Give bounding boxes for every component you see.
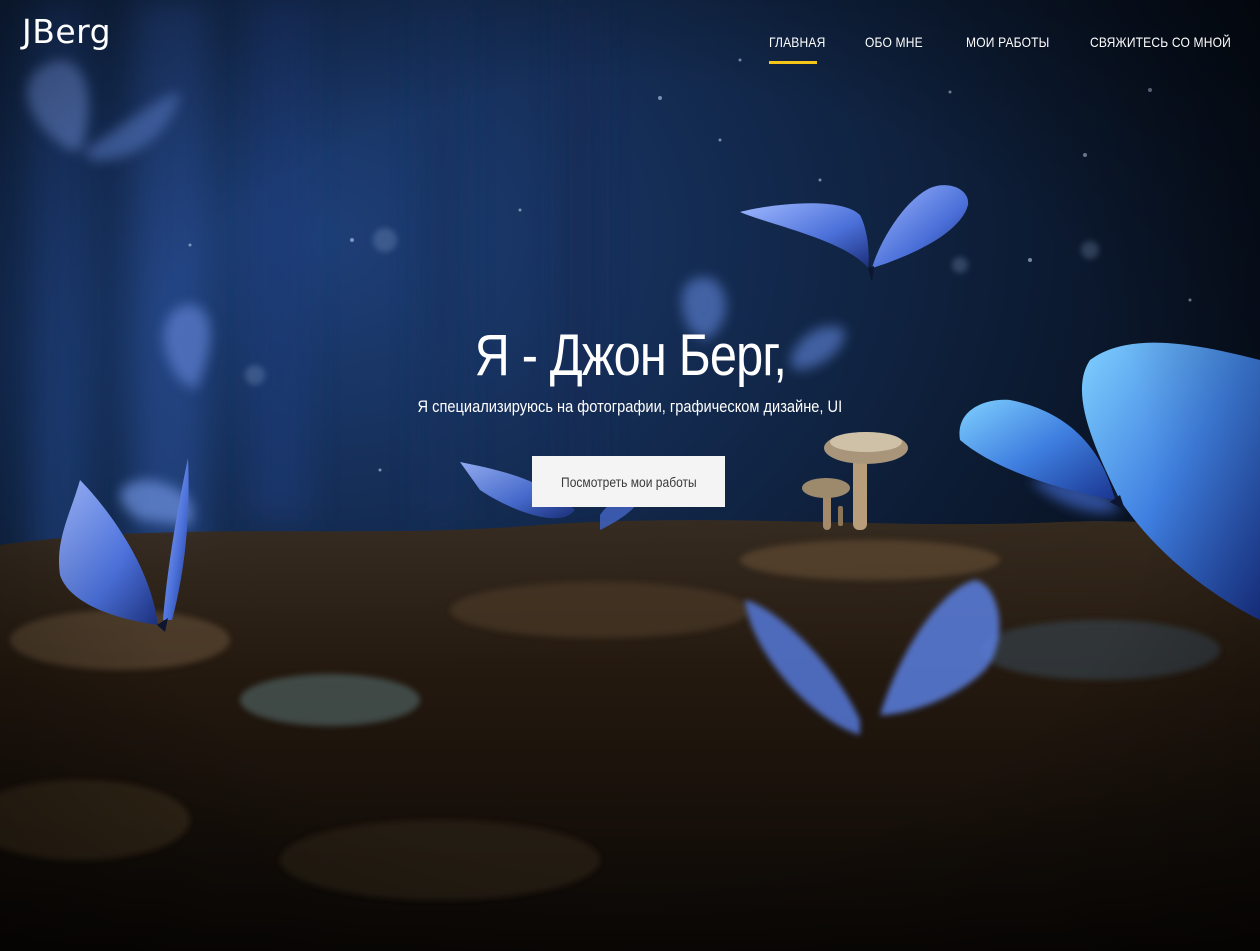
hero-subtitle-wrap: Я специализируюсь на фотографии, графиче… <box>0 397 1260 417</box>
view-works-button-label: Посмотреть мои работы <box>560 473 697 490</box>
nav-item-home-label[interactable]: ГЛАВНАЯ <box>769 34 852 50</box>
nav-item-home[interactable]: ГЛАВНАЯ <box>769 34 865 68</box>
hero-title: Я - Джон Берг, <box>474 323 786 388</box>
hero-subtitle: Я специализируюсь на фотографии, графиче… <box>417 397 843 416</box>
logo[interactable]: JBerg <box>22 12 111 51</box>
nav-item-contact-label[interactable]: СВЯЖИТЕСЬ СО МНОЙ <box>1090 34 1231 50</box>
nav-item-works[interactable]: МОИ РАБОТЫ <box>966 34 1090 68</box>
site-header: JBerg ГЛАВНАЯ ОБО МНЕ МОИ РАБОТЫ СВЯЖИТЕ… <box>0 0 1260 80</box>
nav-item-works-label[interactable]: МОИ РАБОТЫ <box>966 34 1073 50</box>
nav-item-about[interactable]: ОБО МНЕ <box>865 34 966 68</box>
hero-title-wrap: Я - Джон Берг, <box>0 322 1260 389</box>
view-works-button[interactable]: Посмотреть мои работы <box>532 456 725 507</box>
nav-item-contact[interactable]: СВЯЖИТЕСЬ СО МНОЙ <box>1090 34 1231 68</box>
nav-active-underline <box>769 61 817 64</box>
hero-section: JBerg ГЛАВНАЯ ОБО МНЕ МОИ РАБОТЫ СВЯЖИТЕ… <box>0 0 1260 951</box>
nav-item-about-label[interactable]: ОБО МНЕ <box>865 34 952 50</box>
main-nav: ГЛАВНАЯ ОБО МНЕ МОИ РАБОТЫ СВЯЖИТЕСЬ СО … <box>769 34 1231 68</box>
